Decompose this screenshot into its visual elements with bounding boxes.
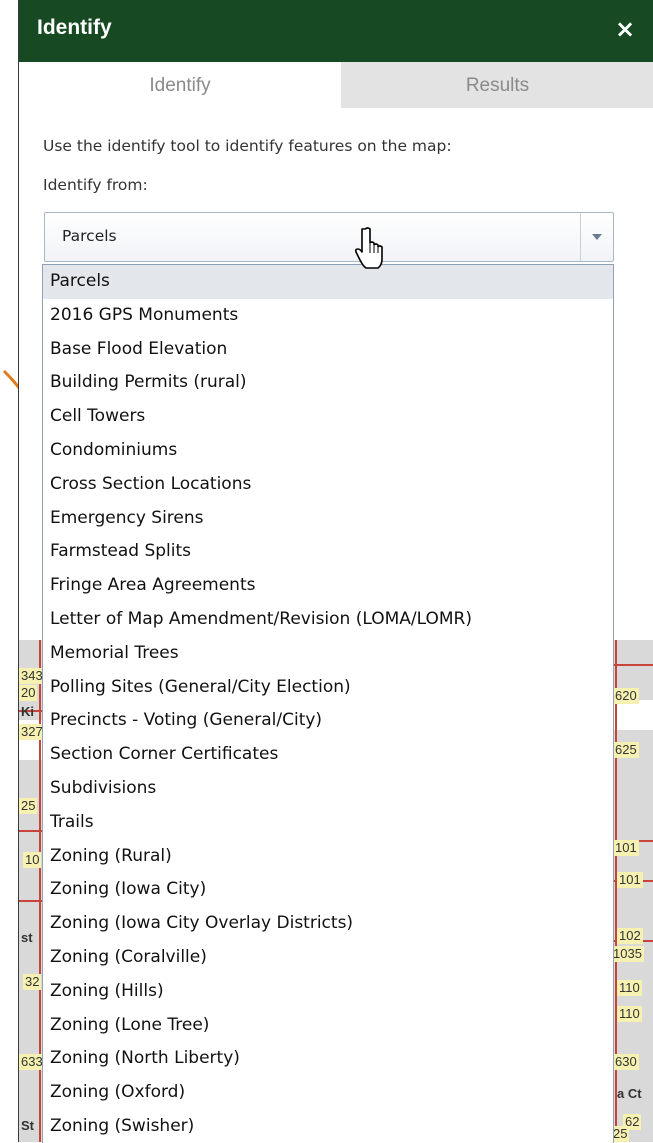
- dropdown-option[interactable]: Zoning (Lone Tree): [43, 1009, 613, 1043]
- dropdown-option[interactable]: Zoning (North Liberty): [43, 1042, 613, 1076]
- map-label: 110: [617, 980, 642, 996]
- tab-bar: Identify Results: [19, 62, 653, 108]
- dropdown-option[interactable]: Zoning (Iowa City): [43, 873, 613, 907]
- dropdown-option[interactable]: Section Corner Certificates: [43, 738, 613, 772]
- dropdown-option[interactable]: Letter of Map Amendment/Revision (LOMA/L…: [43, 603, 613, 637]
- dropdown-option[interactable]: Zoning (Coralville): [43, 941, 613, 975]
- map-label: st: [21, 930, 33, 945]
- hand-pointer-icon: [355, 227, 383, 269]
- dropdown-option[interactable]: Polling Sites (General/City Election): [43, 671, 613, 705]
- map-label: 327: [19, 724, 43, 740]
- map-fragment-right: 620 625 101 101 102 1035 110 110 630 a C…: [609, 640, 653, 1142]
- map-label: 101: [613, 840, 639, 856]
- dropdown-option[interactable]: Farmstead Splits: [43, 535, 613, 569]
- dropdown-option[interactable]: Parcels: [43, 265, 613, 299]
- identify-from-select[interactable]: Parcels: [44, 212, 614, 262]
- close-icon: ×: [614, 15, 636, 43]
- panel-title: Identify: [37, 16, 112, 39]
- instructions-text: Use the identify tool to identify featur…: [43, 137, 452, 155]
- identify-panel: Identify × Identify Results Use the iden…: [18, 0, 653, 1143]
- map-label: 32: [23, 974, 42, 990]
- map-label: a Ct: [617, 1086, 642, 1101]
- tab-results[interactable]: Results: [341, 62, 653, 108]
- map-label: 10: [23, 852, 42, 868]
- close-button[interactable]: ×: [612, 14, 638, 44]
- map-label: 633: [19, 1054, 43, 1070]
- tab-identify[interactable]: Identify: [19, 62, 341, 108]
- dropdown-option[interactable]: Emergency Sirens: [43, 502, 613, 536]
- dropdown-option[interactable]: Zoning (Rural): [43, 840, 613, 874]
- map-label: 101: [617, 872, 643, 888]
- dropdown-option[interactable]: Fringe Area Agreements: [43, 569, 613, 603]
- map-label: 102: [617, 928, 643, 944]
- map-label: 25: [19, 798, 38, 814]
- select-value: Parcels: [62, 227, 117, 245]
- map-label: 620: [613, 688, 639, 704]
- dropdown-option[interactable]: Cross Section Locations: [43, 468, 613, 502]
- map-fragment-left: 343 20 Ki 327 25 10 st 32 633 St: [19, 640, 43, 1142]
- panel-header: Identify ×: [19, 0, 653, 62]
- map-label: 625: [613, 742, 639, 758]
- map-label: 1035: [611, 946, 644, 962]
- identify-from-dropdown-list[interactable]: Parcels 2016 GPS Monuments Base Flood El…: [42, 264, 614, 1143]
- dropdown-option[interactable]: Condominiums: [43, 434, 613, 468]
- dropdown-option[interactable]: Cell Towers: [43, 400, 613, 434]
- chevron-down-icon[interactable]: [580, 213, 613, 261]
- dropdown-option[interactable]: Building Permits (rural): [43, 366, 613, 400]
- dropdown-option[interactable]: Trails: [43, 806, 613, 840]
- dropdown-option[interactable]: 2016 GPS Monuments: [43, 299, 613, 333]
- dropdown-option[interactable]: Base Flood Elevation: [43, 333, 613, 367]
- map-label: St: [21, 1118, 34, 1133]
- dropdown-option[interactable]: Zoning (Swisher): [43, 1110, 613, 1143]
- map-label: 110: [617, 1006, 642, 1022]
- dropdown-option[interactable]: Zoning (Oxford): [43, 1076, 613, 1110]
- map-label: 630: [613, 1054, 639, 1070]
- dropdown-option[interactable]: Subdivisions: [43, 772, 613, 806]
- dropdown-option[interactable]: Zoning (Iowa City Overlay Districts): [43, 907, 613, 941]
- dropdown-option[interactable]: Memorial Trees: [43, 637, 613, 671]
- map-label: 343: [19, 668, 43, 684]
- identify-from-label: Identify from:: [43, 176, 148, 194]
- dropdown-option[interactable]: Precincts - Voting (General/City): [43, 704, 613, 738]
- dropdown-option[interactable]: Zoning (Hills): [43, 975, 613, 1009]
- map-label: Ki: [21, 704, 34, 719]
- map-label: 20: [19, 685, 38, 701]
